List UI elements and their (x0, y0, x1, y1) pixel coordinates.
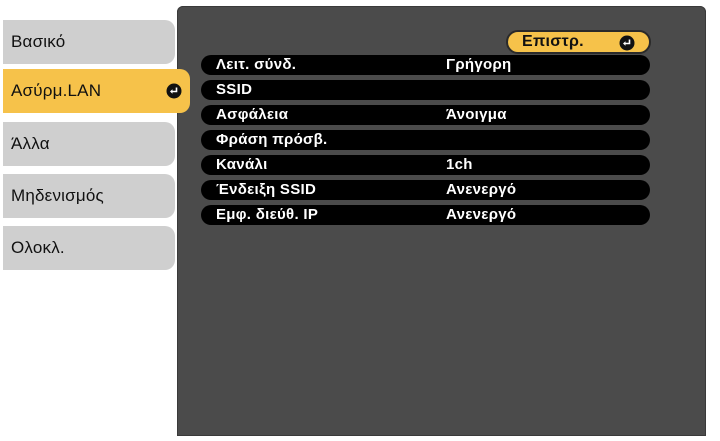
sidebar-item-reset[interactable]: Μηδενισμός (3, 174, 175, 218)
setting-row-passphrase[interactable]: Φράση πρόσβ. (201, 130, 650, 150)
setting-row-connection-mode[interactable]: Λειτ. σύνδ. Γρήγορη (201, 55, 650, 75)
sidebar-item-label: Άλλα (11, 134, 50, 153)
setting-value: 1ch (446, 156, 473, 173)
sidebar-item-label: Ολοκλ. (11, 238, 65, 257)
setting-row-ssid[interactable]: SSID (201, 80, 650, 100)
back-button-label: Επιστρ. (522, 33, 584, 50)
enter-icon (619, 35, 635, 51)
setting-value: Ανενεργό (446, 206, 517, 223)
sidebar-item-finish[interactable]: Ολοκλ. (3, 226, 175, 270)
setting-label: Λειτ. σύνδ. (216, 56, 297, 73)
setting-label: Ένδειξη SSID (216, 181, 317, 198)
setting-label: Εμφ. διεύθ. IP (216, 206, 319, 223)
sidebar-item-basic[interactable]: Βασικό (3, 20, 175, 64)
setting-label: Κανάλι (216, 156, 268, 173)
enter-icon (166, 83, 182, 99)
sidebar-item-label: Ασύρμ.LAN (11, 81, 102, 100)
sidebar-item-label: Βασικό (11, 32, 66, 51)
sidebar-item-other[interactable]: Άλλα (3, 122, 175, 166)
setting-row-security[interactable]: Ασφάλεια Άνοιγμα (201, 105, 650, 125)
setting-label: SSID (216, 81, 253, 98)
sidebar-item-label: Μηδενισμός (11, 186, 104, 205)
back-button[interactable]: Επιστρ. (506, 30, 651, 54)
setting-value: Άνοιγμα (446, 106, 507, 123)
setting-row-channel[interactable]: Κανάλι 1ch (201, 155, 650, 175)
setting-value: Γρήγορη (446, 56, 512, 73)
setting-row-ssid-display[interactable]: Ένδειξη SSID Ανενεργό (201, 180, 650, 200)
setting-value: Ανενεργό (446, 181, 517, 198)
setting-row-ip-display[interactable]: Εμφ. διεύθ. IP Ανενεργό (201, 205, 650, 225)
setting-label: Φράση πρόσβ. (216, 131, 328, 148)
sidebar-item-wireless-lan[interactable]: Ασύρμ.LAN (3, 69, 190, 113)
projector-menu-screen: Βασικό Ασύρμ.LAN Άλλα Μηδενισμός Ολοκλ. … (0, 0, 720, 441)
setting-label: Ασφάλεια (216, 106, 289, 123)
